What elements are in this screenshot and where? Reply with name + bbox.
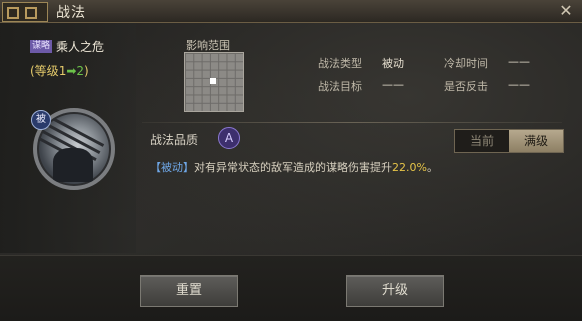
- range-label: 影响范围: [186, 39, 230, 52]
- title-ornament: [2, 2, 48, 22]
- window-title: 战法: [56, 5, 86, 21]
- counter-label: 是否反击: [444, 80, 488, 93]
- counter-value: ——: [508, 78, 530, 91]
- action-bar: [0, 255, 582, 321]
- reset-button[interactable]: 重置: [140, 275, 238, 307]
- skill-description: 【被动】对有异常状态的敌军造成的谋略伤害提升22.0%。: [150, 159, 438, 175]
- cooldown-value: ——: [508, 55, 530, 68]
- description-tag: 【被动】: [150, 161, 194, 174]
- toggle-max[interactable]: 满级: [509, 130, 563, 152]
- level-prefix: (等级: [30, 64, 59, 78]
- passive-badge: 被: [31, 110, 51, 130]
- level-to: 2: [76, 64, 85, 78]
- description-end: 。: [426, 161, 438, 174]
- description-text: 对有异常状态的敌军造成的谋略伤害提升: [194, 161, 392, 174]
- skill-name: 乘人之危: [56, 40, 105, 54]
- range-center-cell: [210, 78, 216, 84]
- type-value: 被动: [382, 57, 404, 70]
- level-toggle: 当前 满级: [454, 129, 564, 153]
- cooldown-label: 冷却时间: [444, 57, 488, 70]
- upgrade-button[interactable]: 升级: [346, 275, 444, 307]
- skill-name-row: 谋略 乘人之危: [30, 38, 104, 55]
- divider: [142, 122, 562, 123]
- target-label: 战法目标: [318, 80, 362, 93]
- toggle-current[interactable]: 当前: [455, 130, 509, 152]
- type-label: 战法类型: [318, 57, 362, 70]
- target-value: ——: [382, 78, 404, 91]
- quality-label: 战法品质: [150, 133, 199, 147]
- skill-level: (等级1➡2): [30, 62, 89, 79]
- close-icon[interactable]: ✕: [556, 1, 576, 21]
- arrow-right-icon: ➡: [66, 64, 77, 78]
- description-value: 22.0%: [392, 161, 427, 174]
- skill-type-tag: 谋略: [30, 40, 53, 53]
- quality-grade-icon: A: [218, 127, 240, 149]
- title-bar: 战法 ✕: [0, 0, 582, 23]
- level-suffix: ): [84, 64, 89, 78]
